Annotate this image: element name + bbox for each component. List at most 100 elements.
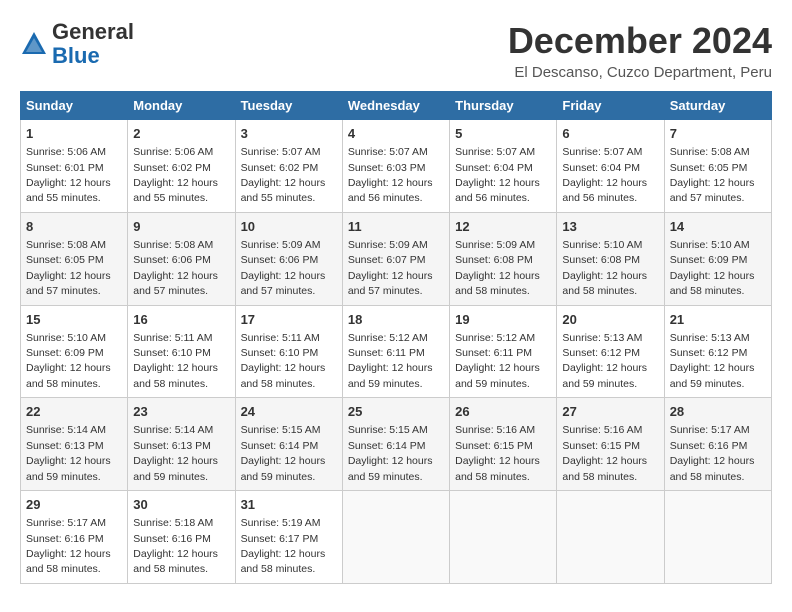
calendar-cell: 7 Sunrise: 5:08 AMSunset: 6:05 PMDaylight… <box>664 120 771 213</box>
cell-details: Sunrise: 5:17 AMSunset: 6:16 PMDaylight:… <box>26 517 111 575</box>
cell-details: Sunrise: 5:08 AMSunset: 6:05 PMDaylight:… <box>670 146 755 204</box>
calendar-cell: 2Sunrise: 5:06 AMSunset: 6:02 PMDaylight… <box>128 120 235 213</box>
day-number: 8 <box>26 218 122 236</box>
calendar-cell: 8Sunrise: 5:08 AMSunset: 6:05 PMDaylight… <box>21 212 128 305</box>
calendar-cell <box>342 491 449 584</box>
day-number: 29 <box>26 496 122 514</box>
day-number: 30 <box>133 496 229 514</box>
calendar-cell: 28 Sunrise: 5:17 AMSunset: 6:16 PMDayligh… <box>664 398 771 491</box>
day-header-wednesday: Wednesday <box>342 92 449 120</box>
calendar-cell: 14Sunrise: 5:10 AMSunset: 6:09 PMDayligh… <box>664 212 771 305</box>
cell-details: Sunrise: 5:07 AMSunset: 6:04 PMDaylight:… <box>455 146 540 204</box>
calendar-cell: 9Sunrise: 5:08 AMSunset: 6:06 PMDaylight… <box>128 212 235 305</box>
day-number: 7 <box>670 125 766 143</box>
calendar-cell: 4Sunrise: 5:07 AMSunset: 6:03 PMDaylight… <box>342 120 449 213</box>
day-header-friday: Friday <box>557 92 664 120</box>
logo-general-text: General <box>52 19 134 44</box>
cell-details: Sunrise: 5:19 AMSunset: 6:17 PMDaylight:… <box>241 517 326 575</box>
calendar-cell <box>557 491 664 584</box>
day-number: 28 <box>670 403 766 421</box>
calendar-cell: 20 Sunrise: 5:13 AMSunset: 6:12 PMDayligh… <box>557 305 664 398</box>
day-number: 24 <box>241 403 337 421</box>
day-number: 3 <box>241 125 337 143</box>
month-title: December 2024 <box>508 20 772 62</box>
cell-details: Sunrise: 5:09 AMSunset: 6:08 PMDaylight:… <box>455 239 540 297</box>
day-number: 18 <box>348 311 444 329</box>
calendar-cell <box>664 491 771 584</box>
cell-details: Sunrise: 5:16 AMSunset: 6:15 PMDaylight:… <box>455 424 540 482</box>
calendar-cell: 13Sunrise: 5:10 AMSunset: 6:08 PMDayligh… <box>557 212 664 305</box>
cell-details: Sunrise: 5:07 AMSunset: 6:04 PMDaylight:… <box>562 146 647 204</box>
title-block: December 2024 El Descanso, Cuzco Departm… <box>508 20 772 81</box>
day-number: 25 <box>348 403 444 421</box>
day-number: 22 <box>26 403 122 421</box>
cell-details: Sunrise: 5:10 AMSunset: 6:09 PMDaylight:… <box>26 332 111 390</box>
calendar-cell: 22 Sunrise: 5:14 AMSunset: 6:13 PMDayligh… <box>21 398 128 491</box>
day-header-sunday: Sunday <box>21 92 128 120</box>
cell-details: Sunrise: 5:14 AMSunset: 6:13 PMDaylight:… <box>26 424 111 482</box>
calendar-cell: 17 Sunrise: 5:11 AMSunset: 6:10 PMDayligh… <box>235 305 342 398</box>
logo-blue-text: Blue <box>52 43 100 68</box>
cell-details: Sunrise: 5:10 AMSunset: 6:09 PMDaylight:… <box>670 239 755 297</box>
day-number: 1 <box>26 125 122 143</box>
calendar-cell: 1 Sunrise: 5:06 AMSunset: 6:01 PMDaylight… <box>21 120 128 213</box>
calendar-cell: 29 Sunrise: 5:17 AMSunset: 6:16 PMDayligh… <box>21 491 128 584</box>
cell-details: Sunrise: 5:06 AMSunset: 6:01 PMDaylight:… <box>26 146 111 204</box>
cell-details: Sunrise: 5:16 AMSunset: 6:15 PMDaylight:… <box>562 424 647 482</box>
cell-details: Sunrise: 5:06 AMSunset: 6:02 PMDaylight:… <box>133 146 218 204</box>
calendar-cell: 30 Sunrise: 5:18 AMSunset: 6:16 PMDayligh… <box>128 491 235 584</box>
cell-details: Sunrise: 5:12 AMSunset: 6:11 PMDaylight:… <box>348 332 433 390</box>
calendar-cell: 27 Sunrise: 5:16 AMSunset: 6:15 PMDayligh… <box>557 398 664 491</box>
calendar-cell: 31 Sunrise: 5:19 AMSunset: 6:17 PMDayligh… <box>235 491 342 584</box>
day-number: 11 <box>348 218 444 236</box>
day-number: 6 <box>562 125 658 143</box>
cell-details: Sunrise: 5:09 AMSunset: 6:07 PMDaylight:… <box>348 239 433 297</box>
cell-details: Sunrise: 5:07 AMSunset: 6:02 PMDaylight:… <box>241 146 326 204</box>
day-header-monday: Monday <box>128 92 235 120</box>
calendar-cell: 12 Sunrise: 5:09 AMSunset: 6:08 PMDayligh… <box>450 212 557 305</box>
calendar-cell <box>450 491 557 584</box>
page-header: General Blue December 2024 El Descanso, … <box>20 20 772 81</box>
location: El Descanso, Cuzco Department, Peru <box>508 64 772 81</box>
cell-details: Sunrise: 5:15 AMSunset: 6:14 PMDaylight:… <box>348 424 433 482</box>
day-number: 16 <box>133 311 229 329</box>
calendar-cell: 15 Sunrise: 5:10 AMSunset: 6:09 PMDayligh… <box>21 305 128 398</box>
cell-details: Sunrise: 5:12 AMSunset: 6:11 PMDaylight:… <box>455 332 540 390</box>
day-header-thursday: Thursday <box>450 92 557 120</box>
cell-details: Sunrise: 5:08 AMSunset: 6:06 PMDaylight:… <box>133 239 218 297</box>
day-number: 19 <box>455 311 551 329</box>
cell-details: Sunrise: 5:18 AMSunset: 6:16 PMDaylight:… <box>133 517 218 575</box>
calendar-cell: 19 Sunrise: 5:12 AMSunset: 6:11 PMDayligh… <box>450 305 557 398</box>
day-number: 15 <box>26 311 122 329</box>
week-row-3: 15 Sunrise: 5:10 AMSunset: 6:09 PMDayligh… <box>21 305 772 398</box>
day-number: 26 <box>455 403 551 421</box>
week-row-1: 1 Sunrise: 5:06 AMSunset: 6:01 PMDaylight… <box>21 120 772 213</box>
calendar-cell: 26 Sunrise: 5:16 AMSunset: 6:15 PMDayligh… <box>450 398 557 491</box>
calendar-cell: 25 Sunrise: 5:15 AMSunset: 6:14 PMDayligh… <box>342 398 449 491</box>
week-row-4: 22 Sunrise: 5:14 AMSunset: 6:13 PMDayligh… <box>21 398 772 491</box>
day-number: 23 <box>133 403 229 421</box>
calendar-cell: 6 Sunrise: 5:07 AMSunset: 6:04 PMDaylight… <box>557 120 664 213</box>
calendar-cell: 24Sunrise: 5:15 AMSunset: 6:14 PMDayligh… <box>235 398 342 491</box>
cell-details: Sunrise: 5:14 AMSunset: 6:13 PMDaylight:… <box>133 424 218 482</box>
logo-icon <box>20 30 48 58</box>
day-number: 31 <box>241 496 337 514</box>
calendar-cell: 10Sunrise: 5:09 AMSunset: 6:06 PMDayligh… <box>235 212 342 305</box>
cell-details: Sunrise: 5:13 AMSunset: 6:12 PMDaylight:… <box>562 332 647 390</box>
day-number: 17 <box>241 311 337 329</box>
day-number: 12 <box>455 218 551 236</box>
cell-details: Sunrise: 5:17 AMSunset: 6:16 PMDaylight:… <box>670 424 755 482</box>
day-number: 5 <box>455 125 551 143</box>
cell-details: Sunrise: 5:11 AMSunset: 6:10 PMDaylight:… <box>241 332 326 390</box>
day-number: 27 <box>562 403 658 421</box>
day-number: 20 <box>562 311 658 329</box>
cell-details: Sunrise: 5:13 AMSunset: 6:12 PMDaylight:… <box>670 332 755 390</box>
calendar-cell: 11 Sunrise: 5:09 AMSunset: 6:07 PMDayligh… <box>342 212 449 305</box>
calendar-table: SundayMondayTuesdayWednesdayThursdayFrid… <box>20 91 772 584</box>
week-row-2: 8Sunrise: 5:08 AMSunset: 6:05 PMDaylight… <box>21 212 772 305</box>
day-header-tuesday: Tuesday <box>235 92 342 120</box>
calendar-cell: 23 Sunrise: 5:14 AMSunset: 6:13 PMDayligh… <box>128 398 235 491</box>
calendar-body: 1 Sunrise: 5:06 AMSunset: 6:01 PMDaylight… <box>21 120 772 584</box>
cell-details: Sunrise: 5:11 AMSunset: 6:10 PMDaylight:… <box>133 332 218 390</box>
cell-details: Sunrise: 5:10 AMSunset: 6:08 PMDaylight:… <box>562 239 647 297</box>
